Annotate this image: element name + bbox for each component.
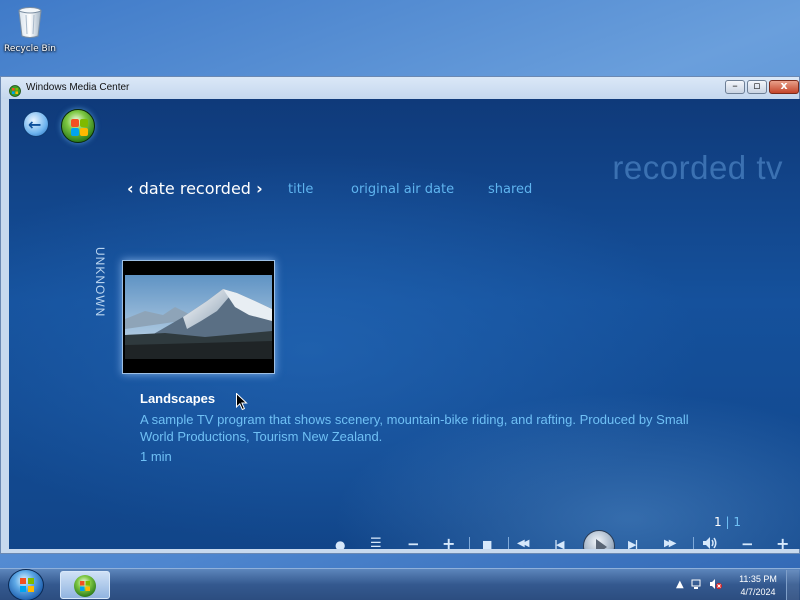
- start-button[interactable]: [8, 569, 44, 600]
- recycle-bin-desktop-icon[interactable]: Recycle Bin: [4, 6, 56, 54]
- media-center-app-icon: [9, 82, 21, 97]
- clock-date: 4/7/2024: [740, 587, 776, 597]
- speaker-icon: [703, 537, 717, 549]
- transport-separator: [508, 537, 509, 549]
- system-clock[interactable]: 11:35 PM 4/7/2024: [736, 573, 780, 599]
- transport-separator: [469, 537, 470, 549]
- show-desktop-button[interactable]: [786, 570, 799, 600]
- guide-button[interactable]: ☰: [370, 536, 382, 549]
- windows-logo-icon: [20, 578, 34, 592]
- show-hidden-icons-button[interactable]: ▲: [676, 579, 684, 590]
- restore-icon: ▫: [753, 79, 761, 92]
- play-button[interactable]: [583, 530, 615, 549]
- skip-forward-button[interactable]: ▶|: [628, 538, 639, 549]
- close-icon: x: [780, 79, 788, 92]
- minimize-button[interactable]: –: [725, 79, 745, 94]
- volume-muted-icon[interactable]: [709, 578, 723, 593]
- minimize-icon: –: [732, 79, 738, 92]
- stop-button[interactable]: ■: [482, 538, 492, 549]
- volume-down-button[interactable]: −: [741, 535, 754, 549]
- fast-forward-button[interactable]: ▶▶: [664, 538, 677, 549]
- network-icon[interactable]: [691, 578, 703, 593]
- taskbar: ▲ 11:35 PM 4/7/2024: [0, 568, 800, 600]
- recycle-bin-icon: [17, 6, 43, 38]
- channel-down-button[interactable]: −: [407, 535, 420, 549]
- window-controls: – ▫ x: [725, 79, 799, 94]
- media-center-content: ← recorded tv ‹ date recorded › title or…: [9, 99, 800, 549]
- window-title: Windows Media Center: [26, 82, 130, 93]
- channel-up-button[interactable]: +: [442, 534, 455, 549]
- close-button[interactable]: x: [769, 79, 799, 94]
- mouse-pointer-icon: [236, 392, 248, 411]
- play-icon: [596, 539, 607, 549]
- taskbar-media-center-button[interactable]: [60, 571, 110, 599]
- media-center-window: Windows Media Center – ▫ x ← recorded tv…: [0, 76, 800, 554]
- recycle-bin-label: Recycle Bin: [4, 44, 56, 54]
- transport-controls: ● ☰ − + ■ ◀◀ |◀ ▶| ▶▶ − +: [9, 99, 800, 549]
- record-button[interactable]: ●: [335, 538, 345, 549]
- mute-button[interactable]: [702, 536, 718, 549]
- media-center-app-icon: [74, 575, 96, 597]
- restore-button[interactable]: ▫: [747, 79, 767, 94]
- transport-separator: [693, 537, 694, 549]
- volume-up-button[interactable]: +: [776, 534, 789, 549]
- clock-time: 11:35 PM: [739, 574, 777, 584]
- rewind-button[interactable]: ◀◀: [517, 538, 530, 549]
- title-bar[interactable]: Windows Media Center – ▫ x: [1, 77, 799, 99]
- skip-back-button[interactable]: |◀: [554, 538, 565, 549]
